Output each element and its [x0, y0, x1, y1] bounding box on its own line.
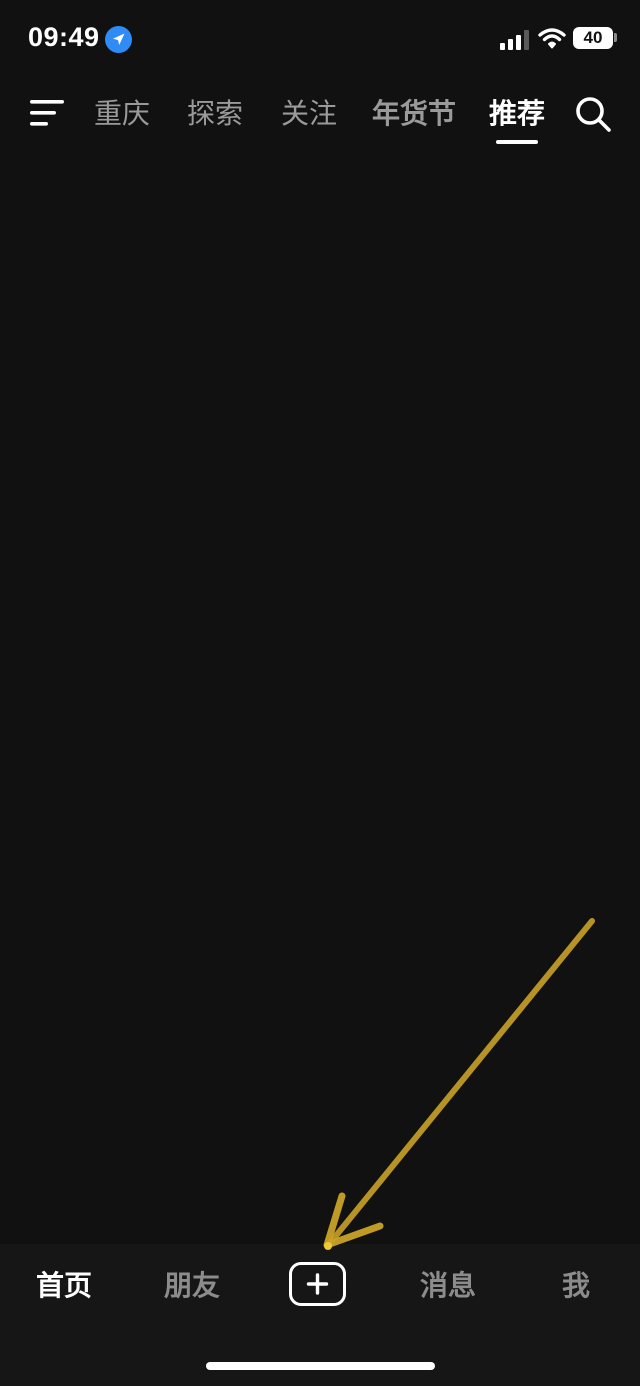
- wifi-icon: [538, 28, 566, 49]
- home-indicator: [206, 1362, 435, 1370]
- tab-new-year-festival[interactable]: 年货节: [372, 96, 456, 132]
- battery-level: 40: [583, 28, 603, 47]
- plus-icon: [306, 1273, 329, 1295]
- tab-recommended[interactable]: 推荐: [489, 96, 545, 132]
- tab-chongqing[interactable]: 重庆: [94, 96, 150, 132]
- hamburger-menu-icon[interactable]: [28, 98, 66, 128]
- status-bar: 09:49 40: [0, 0, 640, 78]
- search-icon[interactable]: [573, 94, 613, 134]
- tab-friends[interactable]: 朋友: [128, 1266, 256, 1306]
- create-post-button[interactable]: [289, 1262, 346, 1306]
- location-arrow-icon: [105, 26, 132, 53]
- tab-home[interactable]: 首页: [0, 1266, 128, 1306]
- tab-me[interactable]: 我: [512, 1266, 640, 1306]
- tab-messages[interactable]: 消息: [384, 1266, 512, 1306]
- battery-icon: 40: [573, 27, 613, 49]
- top-nav: 重庆 探索 关注 年货节 推荐: [0, 84, 640, 150]
- bottom-tab-bar: 首页 朋友 消息 我: [0, 1244, 640, 1386]
- tab-explore[interactable]: 探索: [187, 96, 243, 132]
- tab-following[interactable]: 关注: [281, 96, 337, 132]
- active-tab-indicator: [496, 140, 538, 144]
- app-screen: 09:49 40 重庆 探索 关注 年货节 推荐 首页 朋友 消息 我: [0, 0, 640, 1386]
- cellular-signal-icon: [500, 30, 529, 50]
- annotation-arrow-icon: [323, 918, 595, 1250]
- battery-nub: [614, 33, 617, 42]
- status-time: 09:49: [28, 22, 100, 52]
